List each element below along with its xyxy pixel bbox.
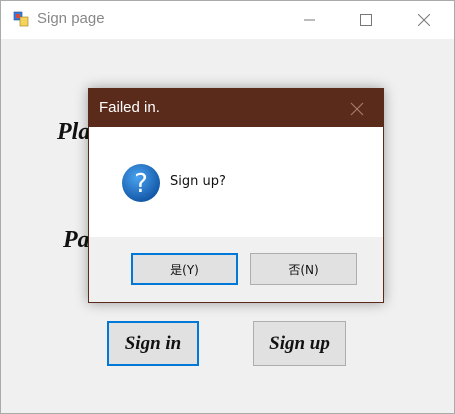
minimize-button[interactable] (287, 1, 333, 39)
maximize-button[interactable] (343, 1, 389, 39)
minimize-icon (304, 19, 315, 21)
player-label: Pla (57, 119, 91, 145)
no-button[interactable]: 否(N) (250, 253, 357, 285)
question-icon: ? (122, 164, 160, 202)
maximize-icon (360, 14, 372, 26)
app-icon (13, 11, 29, 27)
yes-button[interactable]: 是(Y) (131, 253, 238, 285)
window-title: Sign page (37, 10, 105, 27)
message-box-dialog: Failed in. ? Sign up? 是(Y) 否(N) (88, 88, 384, 303)
dialog-close-icon[interactable] (347, 99, 367, 119)
dialog-title: Failed in. (99, 99, 160, 116)
svg-text:?: ? (134, 169, 148, 199)
dialog-titlebar[interactable]: Failed in. (89, 89, 383, 127)
window-titlebar[interactable]: Sign page (1, 1, 454, 39)
close-button[interactable] (401, 1, 447, 39)
dialog-message: Sign up? (170, 174, 226, 189)
sign-in-button[interactable]: Sign in (107, 321, 199, 366)
sign-up-button[interactable]: Sign up (253, 321, 346, 366)
password-label: Pa (63, 227, 90, 253)
dialog-body: ? Sign up? (89, 127, 383, 237)
close-icon (418, 14, 430, 26)
